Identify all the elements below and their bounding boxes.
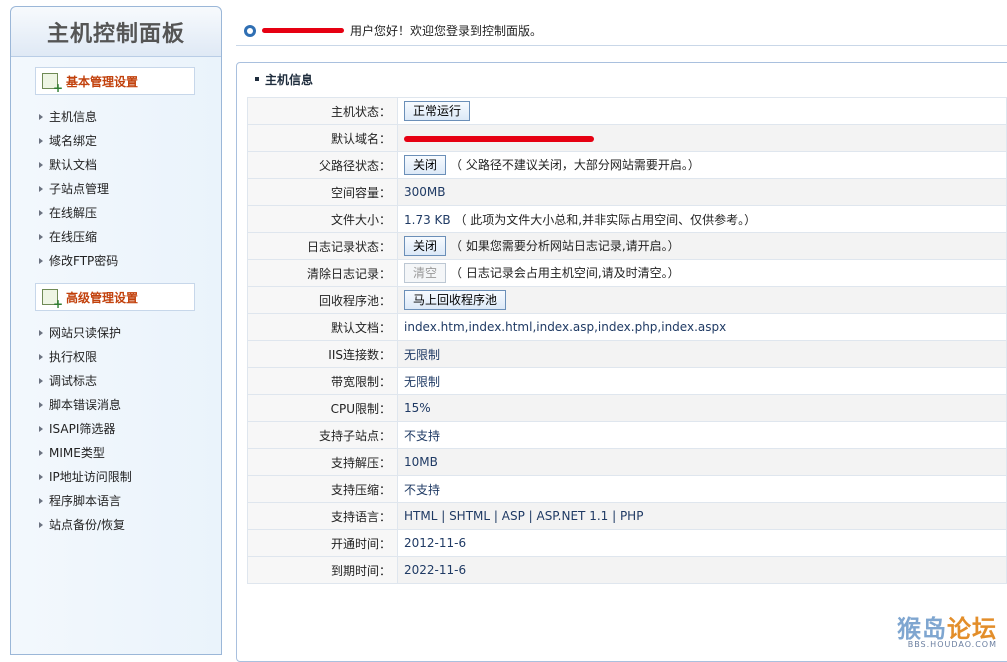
row-value: 无限制 — [398, 368, 1007, 395]
table-row: 默认域名： — [248, 125, 1007, 152]
row-note: （ 此项为文件大小总和,并非实际占用空间、仅供参考。） — [454, 213, 756, 227]
sidebar-title: 主机控制面板 — [11, 7, 221, 57]
table-row: 空间容量： 300MB — [248, 179, 1007, 206]
watermark-part-a: 猴岛 — [897, 615, 947, 643]
menu-backup[interactable]: 站点备份/恢复 — [39, 513, 132, 537]
table-row: 带宽限制： 无限制 — [248, 368, 1007, 395]
table-row: IIS连接数： 无限制 — [248, 341, 1007, 368]
row-label: 支持子站点： — [248, 422, 398, 449]
bullet-icon — [255, 77, 259, 81]
table-row: 文件大小： 1.73 KB （ 此项为文件大小总和,并非实际占用空间、仅供参考。… — [248, 206, 1007, 233]
menu-script-lang[interactable]: 程序脚本语言 — [39, 489, 132, 513]
row-value: 10MB — [398, 449, 1007, 476]
row-label: 文件大小： — [248, 206, 398, 233]
table-row: 开通时间： 2012-11-6 — [248, 530, 1007, 557]
table-row: 支持解压： 10MB — [248, 449, 1007, 476]
row-label: 支持解压： — [248, 449, 398, 476]
table-row: 日志记录状态： 关闭 （ 如果您需要分析网站日志记录,请开启。） — [248, 233, 1007, 260]
parent-path-toggle-button[interactable]: 关闭 — [404, 155, 446, 175]
redacted-domain — [404, 136, 594, 142]
host-info-table: 主机状态： 正常运行 默认域名： 父路径状态： 关闭 （ 父路径不建议关闭，大部分… — [247, 97, 1007, 584]
menu-domain-binding[interactable]: 域名绑定 — [39, 129, 118, 153]
user-icon — [244, 25, 256, 37]
row-value: 2022-11-6 — [398, 557, 1007, 584]
table-row: 回收程序池： 马上回收程序池 — [248, 287, 1007, 314]
row-value: 2012-11-6 — [398, 530, 1007, 557]
menu-host-info[interactable]: 主机信息 — [39, 105, 118, 129]
menu-online-unzip[interactable]: 在线解压 — [39, 201, 118, 225]
host-info-panel: 主机信息 主机状态： 正常运行 默认域名： 父路径状态： 关闭 （ 父路径不建议关… — [236, 62, 1007, 662]
menu-mime[interactable]: MIME类型 — [39, 441, 132, 465]
section-basic-label: 基本管理设置 — [66, 73, 138, 90]
row-note: （ 父路径不建议关闭，大部分网站需要开启。） — [450, 158, 700, 172]
row-note: （ 如果您需要分析网站日志记录,请开启。） — [450, 239, 680, 253]
forum-watermark: 猴岛论坛 BBS.HOUDAO.COM — [897, 609, 997, 649]
table-row: 支持语言： HTML | SHTML | ASP | ASP.NET 1.1 |… — [248, 503, 1007, 530]
menu-online-zip[interactable]: 在线压缩 — [39, 225, 118, 249]
menu-ftp-password[interactable]: 修改FTP密码 — [39, 249, 118, 273]
log-toggle-button[interactable]: 关闭 — [404, 236, 446, 256]
welcome-text: 用户您好！欢迎您登录到控制面版。 — [350, 22, 542, 39]
row-label: 默认文档： — [248, 314, 398, 341]
section-basic: 基本管理设置 — [35, 67, 195, 95]
row-label: 日志记录状态： — [248, 233, 398, 260]
menu-isapi[interactable]: ISAPI筛选器 — [39, 417, 132, 441]
menu-readonly[interactable]: 网站只读保护 — [39, 321, 132, 345]
row-note: （ 日志记录会占用主机空间,请及时清空。） — [450, 266, 680, 280]
table-row: 主机状态： 正常运行 — [248, 98, 1007, 125]
row-label: 到期时间： — [248, 557, 398, 584]
table-row: 到期时间： 2022-11-6 — [248, 557, 1007, 584]
row-label: 支持压缩： — [248, 476, 398, 503]
row-label: CPU限制： — [248, 395, 398, 422]
menu-script-errors[interactable]: 脚本错误消息 — [39, 393, 132, 417]
row-label: 空间容量： — [248, 179, 398, 206]
clear-log-button[interactable]: 清空 — [404, 263, 446, 283]
table-row: 支持压缩： 不支持 — [248, 476, 1007, 503]
row-value: 15% — [398, 395, 1007, 422]
row-label: 父路径状态： — [248, 152, 398, 179]
row-value: index.htm,index.html,index.asp,index.php… — [398, 314, 1007, 341]
row-label: 清除日志记录： — [248, 260, 398, 287]
panel-title-text: 主机信息 — [265, 71, 313, 88]
table-row: 父路径状态： 关闭 （ 父路径不建议关闭，大部分网站需要开启。） — [248, 152, 1007, 179]
table-row: CPU限制： 15% — [248, 395, 1007, 422]
add-page-icon — [42, 289, 58, 305]
host-status-button[interactable]: 正常运行 — [404, 101, 470, 121]
section-advanced-label: 高级管理设置 — [66, 289, 138, 306]
row-value: 1.73 KB — [404, 213, 451, 227]
row-label: 开通时间： — [248, 530, 398, 557]
row-label: 默认域名： — [248, 125, 398, 152]
sidebar: 主机控制面板 基本管理设置 主机信息 域名绑定 默认文档 子站点管理 在线解压 … — [10, 6, 222, 655]
menu-debug-flag[interactable]: 调试标志 — [39, 369, 132, 393]
watermark-logo: 猴岛论坛 — [897, 609, 997, 644]
menu-subsite[interactable]: 子站点管理 — [39, 177, 118, 201]
recycle-pool-button[interactable]: 马上回收程序池 — [404, 290, 506, 310]
row-label: 主机状态： — [248, 98, 398, 125]
watermark-part-b: 论坛 — [947, 615, 997, 643]
menu-exec-permission[interactable]: 执行权限 — [39, 345, 132, 369]
panel-title: 主机信息 — [237, 63, 1007, 95]
row-value: 300MB — [398, 179, 1007, 206]
row-label: 回收程序池： — [248, 287, 398, 314]
table-row: 支持子站点： 不支持 — [248, 422, 1007, 449]
table-row: 清除日志记录： 清空 （ 日志记录会占用主机空间,请及时清空。） — [248, 260, 1007, 287]
watermark-url: BBS.HOUDAO.COM — [897, 640, 997, 649]
row-value: 不支持 — [398, 422, 1007, 449]
add-page-icon — [42, 73, 58, 89]
table-row: 默认文档： index.htm,index.html,index.asp,ind… — [248, 314, 1007, 341]
row-value: HTML | SHTML | ASP | ASP.NET 1.1 | PHP — [398, 503, 1007, 530]
row-label: 带宽限制： — [248, 368, 398, 395]
row-label: IIS连接数： — [248, 341, 398, 368]
section-advanced: 高级管理设置 — [35, 283, 195, 311]
redacted-username — [262, 28, 344, 33]
welcome-bar: 用户您好！欢迎您登录到控制面版。 — [236, 16, 1007, 46]
advanced-menu: 网站只读保护 执行权限 调试标志 脚本错误消息 ISAPI筛选器 MIME类型 … — [39, 321, 132, 537]
row-label: 支持语言： — [248, 503, 398, 530]
menu-default-doc[interactable]: 默认文档 — [39, 153, 118, 177]
basic-menu: 主机信息 域名绑定 默认文档 子站点管理 在线解压 在线压缩 修改FTP密码 — [39, 105, 118, 273]
menu-ip-restrict[interactable]: IP地址访问限制 — [39, 465, 132, 489]
row-value: 不支持 — [398, 476, 1007, 503]
row-value: 无限制 — [398, 341, 1007, 368]
